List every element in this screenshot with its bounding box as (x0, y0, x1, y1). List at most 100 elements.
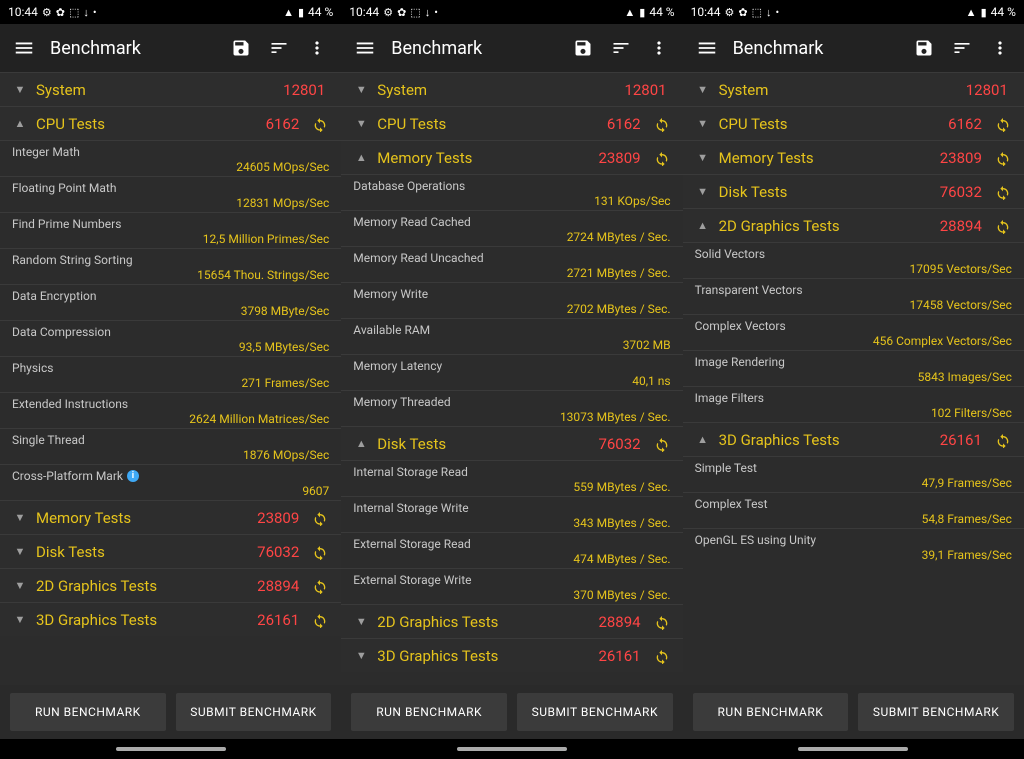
result-label: External Storage Write (353, 573, 670, 587)
results-list[interactable]: ▼System12801▲CPU Tests6162Integer Math24… (0, 72, 341, 685)
category-memory[interactable]: ▼ Memory Tests 23809 (683, 140, 1024, 174)
submit-benchmark-button[interactable]: SUBMIT BENCHMARK (176, 693, 332, 731)
result-row: Cross-Platform Mark i9607 (0, 464, 341, 500)
result-value: 102 Filters/Sec (695, 405, 1012, 420)
result-label: Find Prime Numbers (12, 217, 329, 231)
filter-button[interactable] (267, 36, 291, 60)
result-row: Floating Point Math12831 MOps/Sec (0, 176, 341, 212)
app-screen: 10:44⚙✿⬚↓•▲▮44 %Benchmark▼System12801▲CP… (0, 0, 341, 759)
save-button[interactable] (912, 36, 936, 60)
category-system[interactable]: ▼System12801 (341, 72, 682, 106)
nav-pill[interactable] (798, 747, 908, 751)
category-memory[interactable]: ▲Memory Tests23809 (341, 140, 682, 174)
retry-icon[interactable] (311, 115, 329, 133)
category-gfx2d[interactable]: ▼2D Graphics Tests28894 (341, 604, 682, 638)
toolbar: Benchmark (0, 24, 341, 72)
result-row: Memory Read Cached2724 MBytes / Sec. (341, 210, 682, 246)
category-disk[interactable]: ▼Disk Tests76032 (683, 174, 1024, 208)
retry-icon[interactable] (311, 611, 329, 629)
run-benchmark-button[interactable]: RUN BENCHMARK (693, 693, 849, 731)
category-gfx2d[interactable]: ▲2D Graphics Tests28894 (683, 208, 1024, 242)
page-title: Benchmark (50, 38, 215, 59)
results-list[interactable]: ▼System12801▼CPU Tests6162▲Memory Tests2… (341, 72, 682, 685)
save-button[interactable] (571, 36, 595, 60)
result-label: Extended Instructions (12, 397, 329, 411)
result-row: External Storage Read474 MBytes / Sec. (341, 532, 682, 568)
category-label: Memory Tests (719, 149, 932, 167)
retry-icon[interactable] (653, 149, 671, 167)
category-memory[interactable]: ▼Memory Tests23809 (0, 500, 341, 534)
category-system[interactable]: ▼System12801 (683, 72, 1024, 106)
retry-icon[interactable] (311, 509, 329, 527)
category-score: 6162 (266, 115, 300, 133)
result-row: Internal Storage Read559 MBytes / Sec. (341, 460, 682, 496)
category-gfx3d[interactable]: ▼3D Graphics Tests26161 (341, 638, 682, 672)
category-label: System (377, 81, 616, 99)
run-benchmark-button[interactable]: RUN BENCHMARK (10, 693, 166, 731)
category-cpu[interactable]: ▼CPU Tests6162 (683, 106, 1024, 140)
retry-icon[interactable] (653, 435, 671, 453)
results-list[interactable]: ▼System12801▼CPU Tests6162 ▼ Memory Tests 2… (683, 72, 1024, 685)
save-button[interactable] (229, 36, 253, 60)
battery-icon: ▮ (639, 7, 645, 18)
more-button[interactable] (988, 36, 1012, 60)
category-score: 23809 (598, 149, 640, 167)
chevron-icon: ▼ (695, 151, 711, 164)
system-nav-bar[interactable] (341, 739, 682, 759)
retry-icon[interactable] (994, 183, 1012, 201)
retry-icon[interactable] (653, 647, 671, 665)
result-value: 40,1 ns (353, 373, 670, 388)
submit-benchmark-button[interactable]: SUBMIT BENCHMARK (517, 693, 673, 731)
filter-button[interactable] (950, 36, 974, 60)
upload-icon: ⬚ (410, 7, 420, 18)
menu-button[interactable] (695, 36, 719, 60)
nav-pill[interactable] (457, 747, 567, 751)
category-label: 3D Graphics Tests (377, 647, 590, 665)
retry-icon[interactable] (653, 613, 671, 631)
retry-icon[interactable] (994, 115, 1012, 133)
system-nav-bar[interactable] (0, 739, 341, 759)
result-value: 24605 MOps/Sec (12, 159, 329, 174)
retry-icon[interactable] (994, 431, 1012, 449)
retry-icon[interactable] (994, 149, 1012, 167)
category-cpu[interactable]: ▼CPU Tests6162 (341, 106, 682, 140)
download-icon: ↓ (766, 7, 772, 18)
result-label: Cross-Platform Mark i (12, 469, 329, 483)
info-icon[interactable]: i (127, 470, 139, 482)
filter-button[interactable] (609, 36, 633, 60)
menu-button[interactable] (353, 36, 377, 60)
chevron-icon: ▼ (353, 649, 369, 662)
retry-icon[interactable] (653, 115, 671, 133)
result-label: External Storage Read (353, 537, 670, 551)
chevron-icon: ▲ (12, 117, 28, 130)
result-label: Available RAM (353, 323, 670, 337)
category-score: 26161 (940, 431, 982, 449)
category-label: System (719, 81, 958, 99)
category-score: 26161 (257, 611, 299, 629)
retry-icon[interactable] (311, 577, 329, 595)
category-disk[interactable]: ▼Disk Tests76032 (0, 534, 341, 568)
app-screen: 10:44⚙✿⬚↓•▲▮44 %Benchmark▼System12801▼CP… (341, 0, 682, 759)
category-gfx3d[interactable]: ▲3D Graphics Tests26161 (683, 422, 1024, 456)
category-cpu[interactable]: ▲CPU Tests6162 (0, 106, 341, 140)
category-gfx3d[interactable]: ▼3D Graphics Tests26161 (0, 602, 341, 636)
run-benchmark-button[interactable]: RUN BENCHMARK (351, 693, 507, 731)
system-nav-bar[interactable] (683, 739, 1024, 759)
result-label: Image Rendering (695, 355, 1012, 369)
result-label: Internal Storage Read (353, 465, 670, 479)
category-label: 2D Graphics Tests (377, 613, 590, 631)
category-score: 23809 (940, 149, 982, 167)
menu-button[interactable] (12, 36, 36, 60)
category-disk[interactable]: ▲Disk Tests76032 (341, 426, 682, 460)
submit-benchmark-button[interactable]: SUBMIT BENCHMARK (858, 693, 1014, 731)
button-bar: RUN BENCHMARKSUBMIT BENCHMARK (683, 685, 1024, 739)
result-value: 12,5 Million Primes/Sec (12, 231, 329, 246)
category-gfx2d[interactable]: ▼2D Graphics Tests28894 (0, 568, 341, 602)
retry-icon[interactable] (994, 217, 1012, 235)
more-button[interactable] (647, 36, 671, 60)
result-label: Image Filters (695, 391, 1012, 405)
category-system[interactable]: ▼System12801 (0, 72, 341, 106)
nav-pill[interactable] (116, 747, 226, 751)
more-button[interactable] (305, 36, 329, 60)
retry-icon[interactable] (311, 543, 329, 561)
